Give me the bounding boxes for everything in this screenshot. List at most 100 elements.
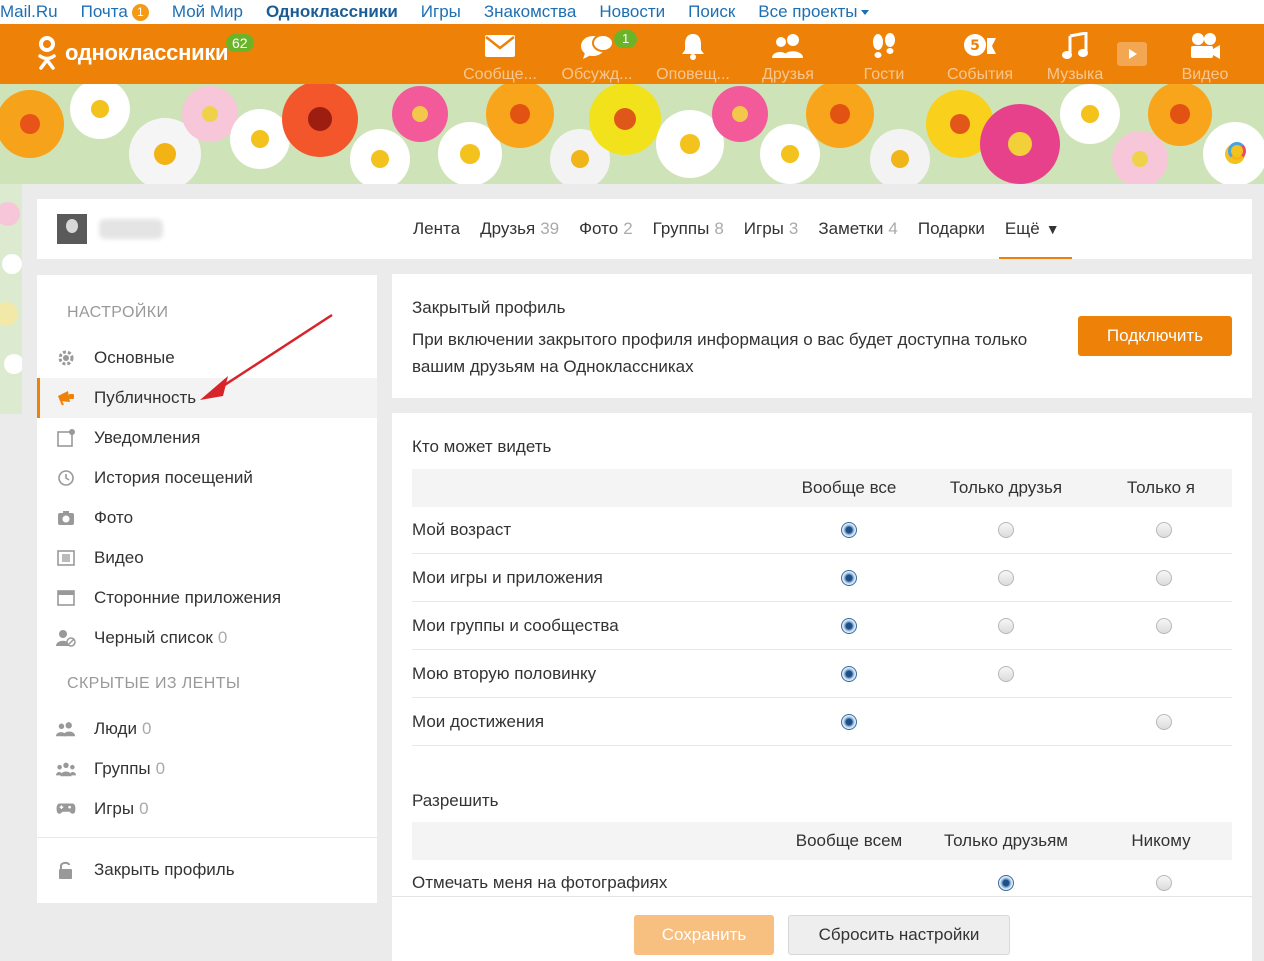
who-can-see-title: Кто может видеть	[412, 437, 552, 456]
portal-link-news[interactable]: Новости	[599, 2, 665, 22]
portal-bar: Mail.Ru Почта 1 Мой Мир Одноклассники Игр…	[0, 0, 1264, 24]
tab-games[interactable]: Игры 3	[744, 199, 799, 259]
sidebar-item-apps[interactable]: Сторонние приложения	[37, 578, 377, 618]
privacy-radio[interactable]	[1156, 570, 1172, 586]
lock-icon	[56, 860, 76, 880]
friends-icon	[771, 32, 805, 60]
save-button[interactable]: Сохранить	[634, 915, 774, 955]
privacy-radio[interactable]	[841, 522, 857, 538]
tab-count: 3	[788, 219, 799, 238]
privacy-radio[interactable]	[841, 618, 857, 634]
nav-notifications[interactable]: Оповещ...	[648, 24, 738, 84]
sidebar-item-hidden-people[interactable]: Люди 0	[37, 709, 377, 749]
privacy-radio[interactable]	[998, 570, 1014, 586]
who-can-see-header: Вообще все Только друзья Только я	[412, 469, 1232, 507]
tab-gifts[interactable]: Подарки	[918, 199, 985, 259]
sidebar-item-hidden-games[interactable]: Игры 0	[37, 789, 377, 829]
gamepad-icon	[56, 799, 76, 819]
sidebar-item-photo[interactable]: Фото	[37, 498, 377, 538]
history-icon	[56, 468, 76, 488]
nav-friends[interactable]: Друзья	[743, 24, 833, 84]
portal-link-mail-label: Почта	[80, 2, 128, 21]
discussions-badge: 1	[614, 30, 638, 48]
portal-link-mailru[interactable]: Mail.Ru	[0, 2, 58, 22]
ok-logo-icon	[36, 36, 58, 70]
video-play-icon	[1117, 42, 1147, 66]
hidden-count: 0	[155, 759, 166, 778]
settings-sidebar: НАСТРОЙКИ Основные Публичность Уведомлен…	[37, 275, 377, 903]
video-icon	[1188, 32, 1222, 60]
tab-count: 4	[888, 219, 898, 238]
sidebar-item-blacklist[interactable]: Черный список 0	[37, 618, 377, 658]
nav-messages-label: Сообще...	[463, 66, 537, 83]
tab-count: 39	[540, 219, 560, 238]
privacy-row-label: Мои достижения	[412, 712, 545, 731]
privacy-radio[interactable]	[1156, 618, 1172, 634]
sidebar-item-publicity[interactable]: Публичность	[37, 378, 377, 418]
sidebar-item-general[interactable]: Основные	[37, 338, 377, 378]
privacy-radio[interactable]	[998, 666, 1014, 682]
privacy-row-label: Мой возраст	[412, 520, 512, 539]
enable-closed-profile-button[interactable]: Подключить	[1078, 316, 1232, 356]
nav-music[interactable]: Музыка	[1030, 24, 1120, 84]
privacy-radio[interactable]	[1156, 875, 1172, 891]
tab-groups[interactable]: Группы 8	[653, 199, 724, 259]
sidebar-item-close-profile[interactable]: Закрыть профиль	[37, 850, 377, 890]
portal-link-ok[interactable]: Одноклассники	[266, 2, 398, 22]
column-header: Только я	[1127, 478, 1195, 497]
privacy-radio[interactable]	[1156, 714, 1172, 730]
column-header: Вообще все	[801, 478, 897, 497]
sidebar-item-video[interactable]: Видео	[37, 538, 377, 578]
tab-label: Друзья	[480, 219, 536, 238]
tab-label: Заметки	[818, 219, 884, 238]
portal-link-games[interactable]: Игры	[421, 2, 461, 22]
nav-notifications-label: Оповещ...	[656, 66, 730, 83]
tab-more[interactable]: Ещё ▼	[998, 199, 1072, 259]
tab-label: Лента	[413, 219, 461, 238]
portal-link-mail[interactable]: Почта 1	[81, 2, 149, 22]
sidebar-item-hidden-groups[interactable]: Группы 0	[37, 749, 377, 789]
privacy-radio[interactable]	[1156, 522, 1172, 538]
nav-events[interactable]: 5 События	[935, 24, 1025, 84]
tab-feed[interactable]: Лента	[413, 199, 460, 259]
sidebar-item-notifications[interactable]: Уведомления	[37, 418, 377, 458]
portal-link-myworld[interactable]: Мой Мир	[172, 2, 243, 22]
nav-guests-label: Гости	[863, 66, 905, 83]
privacy-radio[interactable]	[998, 875, 1014, 891]
tab-photos[interactable]: Фото 2	[579, 199, 633, 259]
events-icon: 5	[963, 32, 997, 60]
sidebar-item-label: Видео	[94, 548, 144, 567]
portal-link-all-projects[interactable]: Все проекты	[758, 2, 869, 22]
groups-icon	[56, 759, 76, 779]
nav-video[interactable]: Видео	[1160, 24, 1250, 84]
ok-logo[interactable]: одноклассники 62	[36, 34, 254, 70]
privacy-row: Мой возраст	[412, 506, 1232, 554]
bell-icon	[676, 32, 710, 60]
portal-link-search[interactable]: Поиск	[688, 2, 735, 22]
privacy-row: Мои достижения	[412, 698, 1232, 746]
nav-discussions[interactable]: 1 Обсужд...	[552, 24, 642, 84]
privacy-radio[interactable]	[841, 666, 857, 682]
nav-messages[interactable]: Сообще...	[455, 24, 545, 84]
privacy-radio[interactable]	[998, 522, 1014, 538]
reset-settings-button[interactable]: Сбросить настройки	[788, 915, 1010, 955]
envelope-icon	[483, 32, 517, 60]
column-header: Вообще всем	[795, 831, 903, 850]
tab-count: 2	[623, 219, 633, 238]
portal-link-dating[interactable]: Знакомства	[484, 2, 576, 22]
megaphone-icon	[56, 388, 76, 408]
flowers-illustration	[0, 84, 1264, 184]
nav-guests[interactable]: Гости	[839, 24, 929, 84]
color-wheel-icon[interactable]	[1228, 142, 1246, 160]
privacy-radio[interactable]	[998, 618, 1014, 634]
privacy-radio[interactable]	[841, 570, 857, 586]
hidden-section-title: СКРЫТЫЕ ИЗ ЛЕНТЫ	[67, 675, 241, 692]
sidebar-item-history[interactable]: История посещений	[37, 458, 377, 498]
blocked-user-icon	[56, 628, 76, 648]
tab-friends[interactable]: Друзья 39	[480, 199, 559, 259]
profile-tabs: Лента Друзья 39 Фото 2 Группы 8 Игры 3 Замет…	[413, 199, 1080, 259]
privacy-radio[interactable]	[841, 714, 857, 730]
notifications-badge: 62	[226, 34, 254, 52]
tab-notes[interactable]: Заметки 4	[818, 199, 898, 259]
avatar[interactable]	[57, 214, 87, 244]
